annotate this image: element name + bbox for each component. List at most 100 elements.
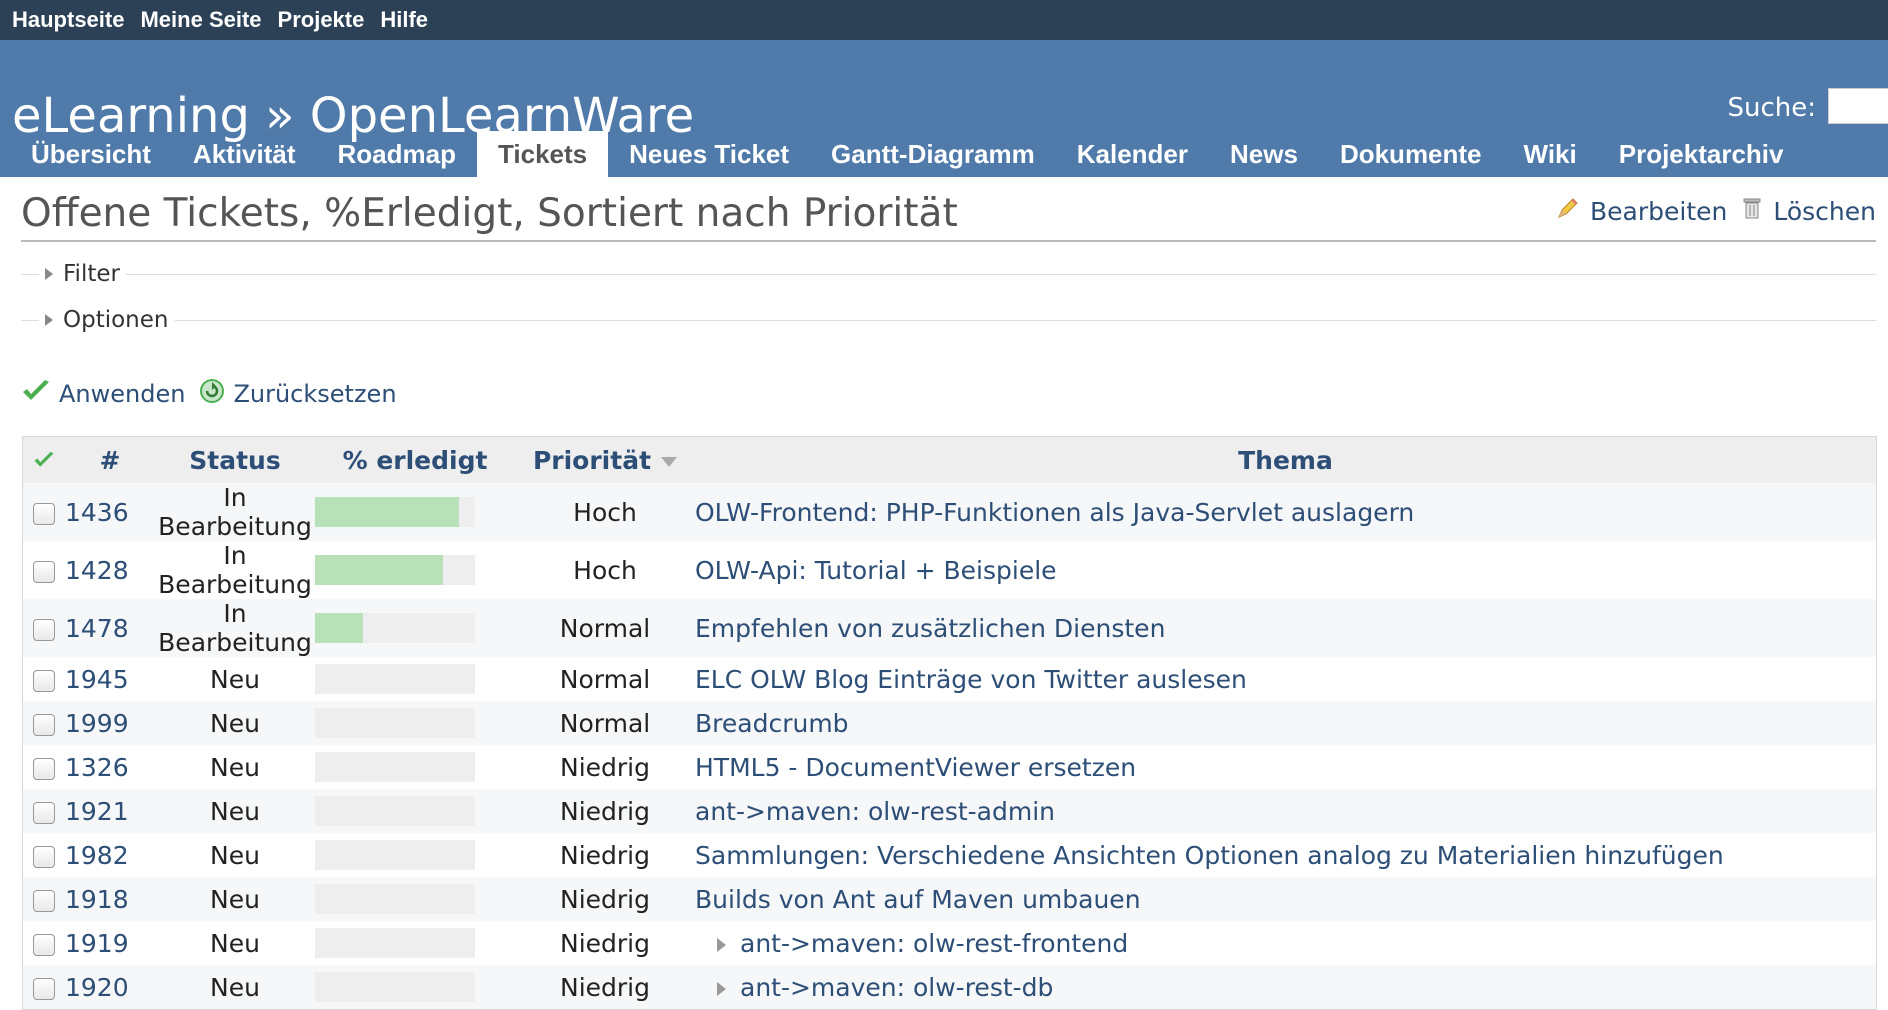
delete-button[interactable]: Löschen — [1741, 196, 1876, 226]
tab-documents[interactable]: Dokumente — [1319, 131, 1503, 177]
table-row[interactable]: 1919 Neu Niedrig ant->maven: olw-rest-front… — [22, 921, 1877, 965]
row-checkbox[interactable] — [33, 757, 55, 780]
progress-bar — [315, 497, 475, 527]
row-checkbox[interactable] — [33, 845, 55, 868]
issue-id-link[interactable]: 1478 — [65, 599, 155, 657]
issue-subject-link[interactable]: ant->maven: olw-rest-admin — [695, 797, 1055, 826]
tab-roadmap[interactable]: Roadmap — [317, 131, 477, 177]
tab-gantt[interactable]: Gantt-Diagramm — [810, 131, 1056, 177]
sort-desc-icon — [661, 456, 678, 467]
issue-status: Neu — [155, 789, 315, 833]
issue-subject-link[interactable]: OLW-Frontend: PHP-Funktionen als Java-Se… — [695, 498, 1414, 527]
issue-id-link[interactable]: 1945 — [65, 657, 155, 701]
table-row[interactable]: 1478 In Bearbeitung Normal Empfehlen von zu… — [22, 599, 1877, 657]
row-checkbox[interactable] — [33, 669, 55, 692]
table-row[interactable]: 1999 Neu Normal Breadcrumb — [22, 701, 1877, 745]
search-input[interactable] — [1828, 88, 1888, 124]
tab-overview[interactable]: Übersicht — [10, 131, 172, 177]
reset-button[interactable]: Zurücksetzen — [199, 378, 397, 410]
row-checkbox[interactable] — [33, 713, 55, 736]
table-row[interactable]: 1945 Neu Normal ELC OLW Blog Einträge von T… — [22, 657, 1877, 701]
row-checkbox-cell — [22, 921, 65, 965]
issue-id-link[interactable]: 1919 — [65, 921, 155, 965]
issue-subject-link[interactable]: HTML5 - DocumentViewer ersetzen — [695, 753, 1136, 782]
issue-priority: Niedrig — [515, 745, 695, 789]
issue-id-link[interactable]: 1428 — [65, 541, 155, 599]
table-row[interactable]: 1326 Neu Niedrig HTML5 - DocumentViewer ers… — [22, 745, 1877, 789]
tab-activity[interactable]: Aktivität — [172, 131, 317, 177]
row-checkbox[interactable] — [33, 502, 55, 525]
issue-id-link[interactable]: 1918 — [65, 877, 155, 921]
issue-subject-link[interactable]: ant->maven: olw-rest-frontend — [740, 929, 1128, 958]
table-row[interactable]: 1918 Neu Niedrig Builds von Ant auf Maven u… — [22, 877, 1877, 921]
issue-priority: Niedrig — [515, 833, 695, 877]
tab-wiki[interactable]: Wiki — [1503, 131, 1598, 177]
tab-calendar[interactable]: Kalender — [1056, 131, 1209, 177]
top-menu-projects[interactable]: Projekte — [278, 7, 365, 33]
issue-subject-link[interactable]: Sammlungen: Verschiedene Ansichten Optio… — [695, 841, 1724, 870]
issue-id-link[interactable]: 1921 — [65, 789, 155, 833]
table-row[interactable]: 1921 Neu Niedrig ant->maven: olw-rest-admin — [22, 789, 1877, 833]
progress-bar — [315, 708, 475, 738]
delete-label: Löschen — [1773, 196, 1876, 226]
tab-new-ticket[interactable]: Neues Ticket — [608, 131, 810, 177]
edit-button[interactable]: Bearbeiten — [1556, 196, 1727, 226]
table-row[interactable]: 1436 In Bearbeitung Hoch OLW-Frontend: PHP-… — [22, 483, 1877, 541]
row-checkbox-cell — [22, 701, 65, 745]
issue-priority: Normal — [515, 701, 695, 745]
issue-subject-link[interactable]: OLW-Api: Tutorial + Beispiele — [695, 556, 1057, 585]
issue-done-ratio — [315, 483, 515, 541]
issue-subject-link[interactable]: ELC OLW Blog Einträge von Twitter ausles… — [695, 665, 1247, 694]
reset-label: Zurücksetzen — [233, 380, 397, 408]
toggle-all-header[interactable] — [22, 436, 65, 483]
contextual-actions: Bearbeiten Löschen — [1542, 196, 1876, 226]
row-checkbox[interactable] — [33, 801, 55, 824]
tab-repository[interactable]: Projektarchiv — [1598, 131, 1805, 177]
issue-priority: Niedrig — [515, 877, 695, 921]
row-checkbox[interactable] — [33, 889, 55, 912]
issue-status: Neu — [155, 921, 315, 965]
table-row[interactable]: 1982 Neu Niedrig Sammlungen: Verschiedene A… — [22, 833, 1877, 877]
checkmark-icon — [33, 446, 55, 475]
row-checkbox[interactable] — [33, 977, 55, 1000]
top-menu-help[interactable]: Hilfe — [380, 7, 428, 33]
issue-status: Neu — [155, 965, 315, 1010]
column-header-status[interactable]: Status — [155, 436, 315, 483]
options-label: Optionen — [63, 307, 169, 333]
progress-bar — [315, 613, 475, 643]
issue-priority: Niedrig — [515, 965, 695, 1010]
row-checkbox-cell — [22, 745, 65, 789]
tab-news[interactable]: News — [1209, 131, 1319, 177]
column-header-done[interactable]: % erledigt — [315, 436, 515, 483]
issue-id-link[interactable]: 1326 — [65, 745, 155, 789]
column-header-priority[interactable]: Priorität — [515, 436, 695, 483]
row-checkbox-cell — [22, 541, 65, 599]
top-menu-my-page[interactable]: Meine Seite — [140, 7, 261, 33]
issue-done-ratio — [315, 541, 515, 599]
column-header-id[interactable]: # — [65, 436, 155, 483]
table-row[interactable]: 1428 In Bearbeitung Hoch OLW-Api: Tutorial … — [22, 541, 1877, 599]
row-checkbox[interactable] — [33, 933, 55, 956]
issue-subject-link[interactable]: Breadcrumb — [695, 709, 849, 738]
search-label: Suche: — [1727, 93, 1816, 123]
issue-subject-cell: Breadcrumb — [695, 701, 1877, 745]
tab-tickets[interactable]: Tickets — [476, 131, 609, 177]
header: eLearning » OpenLearnWare Suche: Übersic… — [0, 40, 1888, 177]
issue-id-link[interactable]: 1920 — [65, 965, 155, 1010]
row-checkbox-cell — [22, 599, 65, 657]
row-checkbox[interactable] — [33, 618, 55, 641]
top-menu-home[interactable]: Hauptseite — [12, 7, 124, 33]
apply-button[interactable]: Anwenden — [21, 379, 185, 409]
table-row[interactable]: 1920 Neu Niedrig ant->maven: olw-rest-db — [22, 965, 1877, 1010]
row-checkbox[interactable] — [33, 560, 55, 583]
options-toggle[interactable]: Optionen — [39, 307, 175, 333]
issue-done-ratio — [315, 599, 515, 657]
column-header-subject[interactable]: Thema — [695, 436, 1877, 483]
issue-subject-link[interactable]: Builds von Ant auf Maven umbauen — [695, 885, 1141, 914]
issue-id-link[interactable]: 1436 — [65, 483, 155, 541]
issue-id-link[interactable]: 1999 — [65, 701, 155, 745]
issue-subject-link[interactable]: ant->maven: olw-rest-db — [740, 973, 1053, 1002]
issue-subject-link[interactable]: Empfehlen von zusätzlichen Diensten — [695, 614, 1165, 643]
filter-toggle[interactable]: Filter — [39, 261, 126, 287]
issue-id-link[interactable]: 1982 — [65, 833, 155, 877]
